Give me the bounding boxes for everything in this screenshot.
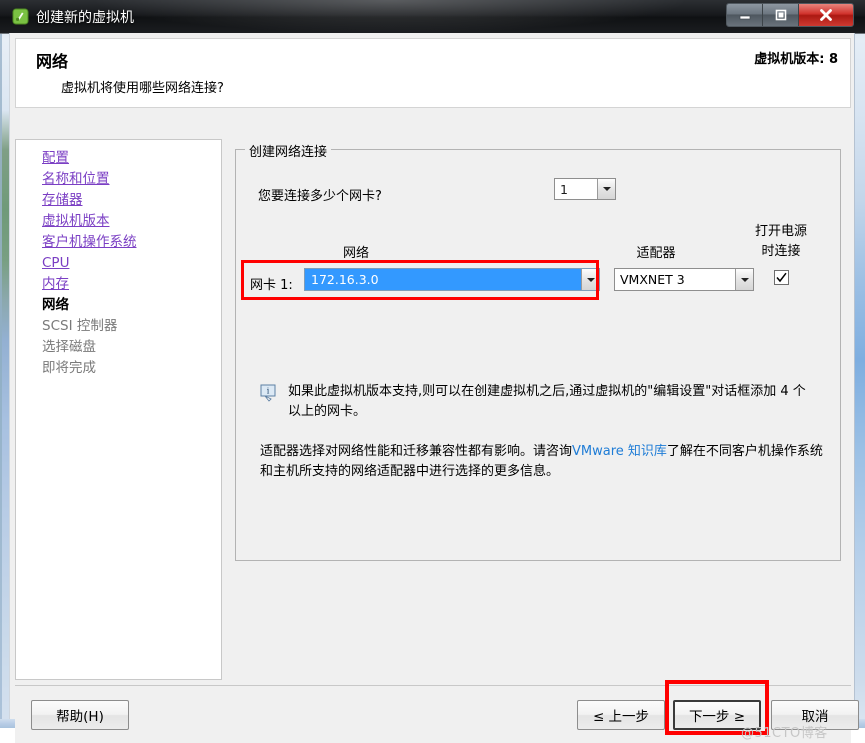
adapter-value: VMXNET 3 xyxy=(620,272,685,287)
window-frame-left-inner xyxy=(0,0,2,728)
vm-wizard-icon xyxy=(12,8,29,25)
network-value: 172.16.3.0 xyxy=(305,269,581,290)
vm-version-label: 虚拟机版本: 8 xyxy=(754,52,838,67)
maximize-icon xyxy=(775,9,786,21)
adapter-dropdown[interactable]: VMXNET 3 xyxy=(614,268,754,291)
sidebar-item-storage[interactable]: 存储器 xyxy=(16,190,221,211)
minimize-button[interactable] xyxy=(727,4,763,26)
close-button[interactable] xyxy=(799,4,853,26)
column-header-connect-at-power-on: 打开电源 时连接 xyxy=(736,222,826,262)
page-subtitle: 虚拟机将使用哪些网络连接? xyxy=(61,81,224,96)
sidebar-item-name-location[interactable]: 名称和位置 xyxy=(16,169,221,190)
help-button[interactable]: 帮助(H) xyxy=(31,700,129,730)
window-title: 创建新的虚拟机 xyxy=(36,10,134,26)
column-header-power-line2: 时连接 xyxy=(761,244,801,259)
window-controls xyxy=(726,3,854,27)
dialog-body: 网络 虚拟机将使用哪些网络连接? 虚拟机版本: 8 配置 名称和位置 存储器 虚… xyxy=(9,33,859,743)
dialog-window: 创建新的虚拟机 网络 虚拟机将使用哪些网络连接? 虚拟机版本: 8 配置 名称和… xyxy=(0,0,865,743)
sidebar-item-vm-version[interactable]: 虚拟机版本 xyxy=(16,211,221,232)
window-frame-right xyxy=(855,0,865,728)
checkmark-icon xyxy=(776,272,787,283)
dialog-footer: 帮助(H) ≤ 上一步 下一步 ≥ 取消 @51CTO博客 xyxy=(15,680,859,743)
page-title: 网络 xyxy=(36,52,69,71)
window-frame-left xyxy=(0,0,9,728)
column-header-adapter: 适配器 xyxy=(636,246,676,261)
groupbox-legend: 创建网络连接 xyxy=(245,141,332,160)
maximize-button[interactable] xyxy=(763,4,799,26)
wizard-step-list: 配置 名称和位置 存储器 虚拟机版本 客户机操作系统 CPU 内存 网络 SCS… xyxy=(15,139,222,680)
title-bar[interactable]: 创建新的虚拟机 xyxy=(0,0,865,34)
column-header-power-line1: 打开电源 xyxy=(754,224,807,239)
nic-row-label: 网卡 1: xyxy=(250,278,293,293)
create-network-connections-group: 创建网络连接 您要连接多少个网卡? 1 网络 适配器 打开电源 时连接 网卡 1… xyxy=(235,141,841,561)
chevron-down-icon[interactable] xyxy=(581,269,599,290)
svg-text:i: i xyxy=(267,387,270,396)
column-header-network: 网络 xyxy=(342,246,369,261)
sidebar-item-ready-complete: 即将完成 xyxy=(42,360,96,376)
tip-text: 如果此虚拟机版本支持,则可以在创建虚拟机之后,通过虚拟机的"编辑设置"对话框添加… xyxy=(288,384,806,419)
close-icon xyxy=(820,9,832,21)
network-dropdown[interactable]: 172.16.3.0 xyxy=(304,268,600,291)
back-button[interactable]: ≤ 上一步 xyxy=(577,700,665,730)
sidebar-item-memory[interactable]: 内存 xyxy=(16,274,221,295)
sidebar-item-network[interactable]: 网络 xyxy=(16,295,221,316)
connect-at-power-on-checkbox[interactable] xyxy=(774,270,789,285)
vmware-kb-link[interactable]: VMware 知识库 xyxy=(572,444,667,459)
wizard-header: 网络 虚拟机将使用哪些网络连接? 虚拟机版本: 8 xyxy=(15,38,851,108)
info-tip-icon: i xyxy=(260,384,278,402)
chevron-down-icon[interactable] xyxy=(735,269,753,290)
sidebar-item-scsi-controller: SCSI 控制器 xyxy=(42,318,118,334)
watermark: @51CTO博客 xyxy=(741,726,828,741)
adapter-info-paragraph: 适配器选择对网络性能和迁移兼容性都有影响。请咨询VMware 知识库了解在不同客… xyxy=(260,442,828,482)
sidebar-item-cpu[interactable]: CPU xyxy=(16,253,221,274)
nic-count-value: 1 xyxy=(560,181,568,197)
chevron-down-icon[interactable] xyxy=(597,179,615,199)
title-bar-sheen xyxy=(90,0,690,33)
nic-count-dropdown[interactable]: 1 xyxy=(554,178,616,200)
wizard-content-panel: 创建网络连接 您要连接多少个网卡? 1 网络 适配器 打开电源 时连接 网卡 1… xyxy=(226,139,851,680)
adapter-info-before: 适配器选择对网络性能和迁移兼容性都有影响。请咨询 xyxy=(260,444,573,459)
wizard-body: 配置 名称和位置 存储器 虚拟机版本 客户机操作系统 CPU 内存 网络 SCS… xyxy=(15,111,851,680)
sidebar-item-select-disk: 选择磁盘 xyxy=(42,339,96,355)
minimize-icon xyxy=(739,15,750,20)
nic-count-label: 您要连接多少个网卡? xyxy=(258,189,382,204)
sidebar-item-configuration[interactable]: 配置 xyxy=(16,148,221,169)
sidebar-item-guest-os[interactable]: 客户机操作系统 xyxy=(16,232,221,253)
